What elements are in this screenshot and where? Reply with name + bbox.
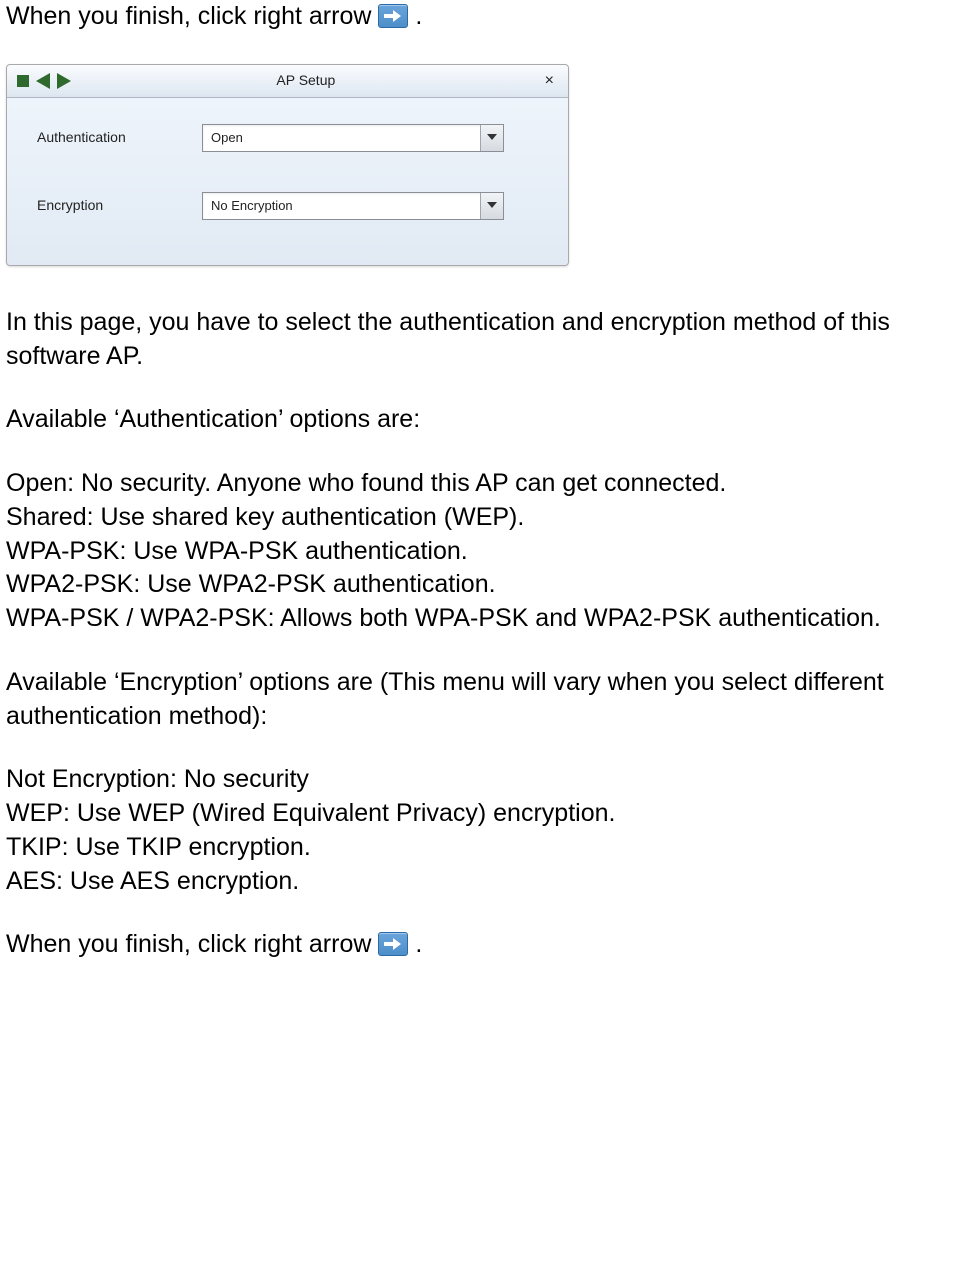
instruction-bottom-post: . <box>415 930 422 958</box>
encryption-value: No Encryption <box>203 197 480 215</box>
auth-options-list: Open: No security. Anyone who found this… <box>6 467 972 636</box>
window-title: AP Setup <box>71 71 541 90</box>
list-item: WPA-PSK: Use WPA-PSK authentication. <box>6 535 972 569</box>
window-body: Authentication Open Encryption No Encryp… <box>7 98 568 265</box>
list-item: Not Encryption: No security <box>6 763 972 797</box>
encryption-row: Encryption No Encryption <box>37 192 538 220</box>
authentication-value: Open <box>203 129 480 147</box>
list-item: TKIP: Use TKIP encryption. <box>6 831 972 865</box>
instruction-top-post: . <box>415 2 422 30</box>
list-item: WPA-PSK / WPA2-PSK: Allows both WPA-PSK … <box>6 602 972 636</box>
forward-arrow-icon[interactable] <box>57 73 71 89</box>
close-icon[interactable]: × <box>541 73 558 89</box>
back-arrow-icon[interactable] <box>36 73 50 89</box>
nav-buttons <box>17 73 71 89</box>
titlebar: AP Setup × <box>7 65 568 98</box>
list-item: Open: No security. Anyone who found this… <box>6 467 972 501</box>
enc-heading: Available ‘Encryption’ options are (This… <box>6 666 972 734</box>
right-arrow-icon <box>378 4 408 28</box>
auth-heading: Available ‘Authentication’ options are: <box>6 403 972 437</box>
instruction-bottom-pre: When you finish, click right arrow <box>6 930 378 958</box>
encryption-label: Encryption <box>37 196 202 215</box>
chevron-down-icon[interactable] <box>480 125 503 151</box>
authentication-select[interactable]: Open <box>202 124 504 152</box>
authentication-row: Authentication Open <box>37 124 538 152</box>
authentication-label: Authentication <box>37 128 202 147</box>
instruction-top-pre: When you finish, click right arrow <box>6 2 378 30</box>
chevron-down-icon[interactable] <box>480 193 503 219</box>
ap-setup-window: AP Setup × Authentication Open Encryptio… <box>6 64 569 266</box>
list-item: Shared: Use shared key authentication (W… <box>6 501 972 535</box>
instruction-bottom: When you finish, click right arrow . <box>6 928 972 962</box>
encryption-select[interactable]: No Encryption <box>202 192 504 220</box>
list-item: AES: Use AES encryption. <box>6 865 972 899</box>
paragraph-intro: In this page, you have to select the aut… <box>6 306 972 374</box>
list-item: WEP: Use WEP (Wired Equivalent Privacy) … <box>6 797 972 831</box>
list-item: WPA2-PSK: Use WPA2-PSK authentication. <box>6 568 972 602</box>
instruction-top: When you finish, click right arrow . <box>6 0 972 34</box>
right-arrow-icon <box>378 932 408 956</box>
enc-options-list: Not Encryption: No security WEP: Use WEP… <box>6 763 972 898</box>
stop-icon[interactable] <box>17 75 29 87</box>
